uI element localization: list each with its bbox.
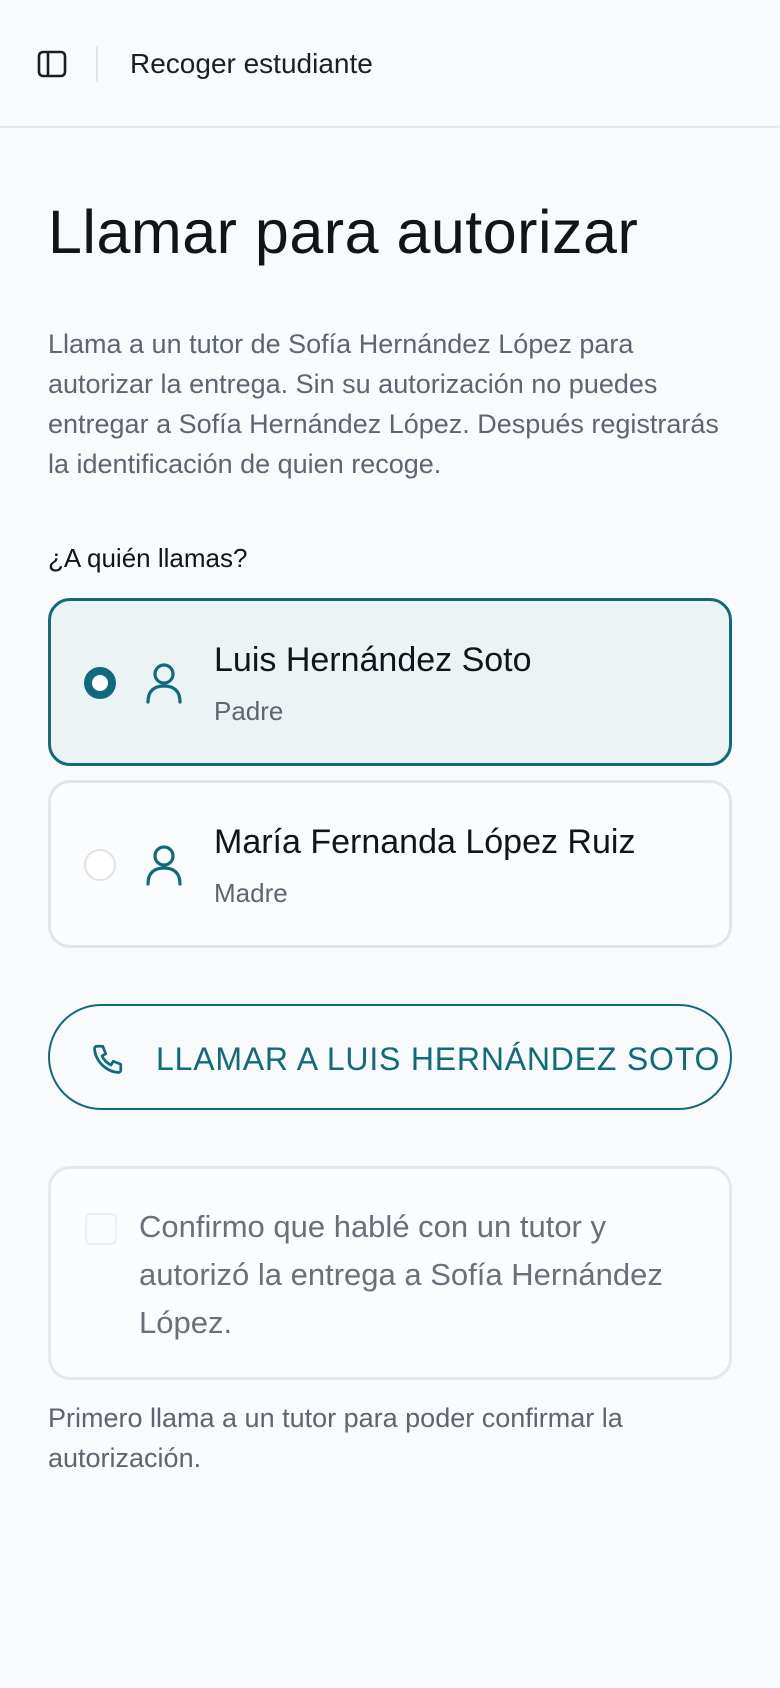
call-guardian-button[interactable]: LLAMAR A LUIS HERNÁNDEZ SOTO <box>48 1004 732 1110</box>
guardian-question: ¿A quién llamas? <box>48 543 248 573</box>
page: Recoger estudiante Llamar para autorizar… <box>0 0 780 1688</box>
page-header-title: Recoger estudiante <box>130 48 373 79</box>
phone-icon <box>93 1044 123 1074</box>
guardian-option-luis[interactable]: Luis Hernández Soto Padre <box>48 598 732 766</box>
guardian-role: Madre <box>214 878 288 908</box>
sidebar-panel-icon <box>37 50 67 78</box>
guardian-name: Luis Hernández Soto <box>214 641 532 679</box>
page-title: Llamar para autorizar <box>48 198 639 266</box>
radio-selected[interactable] <box>84 667 116 699</box>
header-divider <box>96 46 98 82</box>
confirm-text: Confirmo que hablé con un tutor y autori… <box>139 1209 663 1340</box>
confirm-authorization[interactable]: Confirmo que hablé con un tutor y autori… <box>48 1166 732 1380</box>
call-button-label: LLAMAR A LUIS HERNÁNDEZ SOTO <box>156 1041 721 1077</box>
user-icon <box>146 663 182 704</box>
helper-text: Primero llama a un tutor para poder conf… <box>48 1403 623 1473</box>
intro-text: Llama a un tutor de Sofía Hernández Lópe… <box>48 329 719 479</box>
app-header: Recoger estudiante <box>0 0 780 128</box>
guardian-option-maria[interactable]: María Fernanda López Ruiz Madre <box>48 780 732 948</box>
sidebar-toggle-button[interactable] <box>34 46 70 82</box>
confirm-checkbox[interactable] <box>85 1213 117 1245</box>
radio-unselected[interactable] <box>84 849 116 881</box>
guardian-role: Padre <box>214 696 284 726</box>
user-icon <box>146 845 182 886</box>
guardian-name: María Fernanda López Ruiz <box>214 823 636 861</box>
